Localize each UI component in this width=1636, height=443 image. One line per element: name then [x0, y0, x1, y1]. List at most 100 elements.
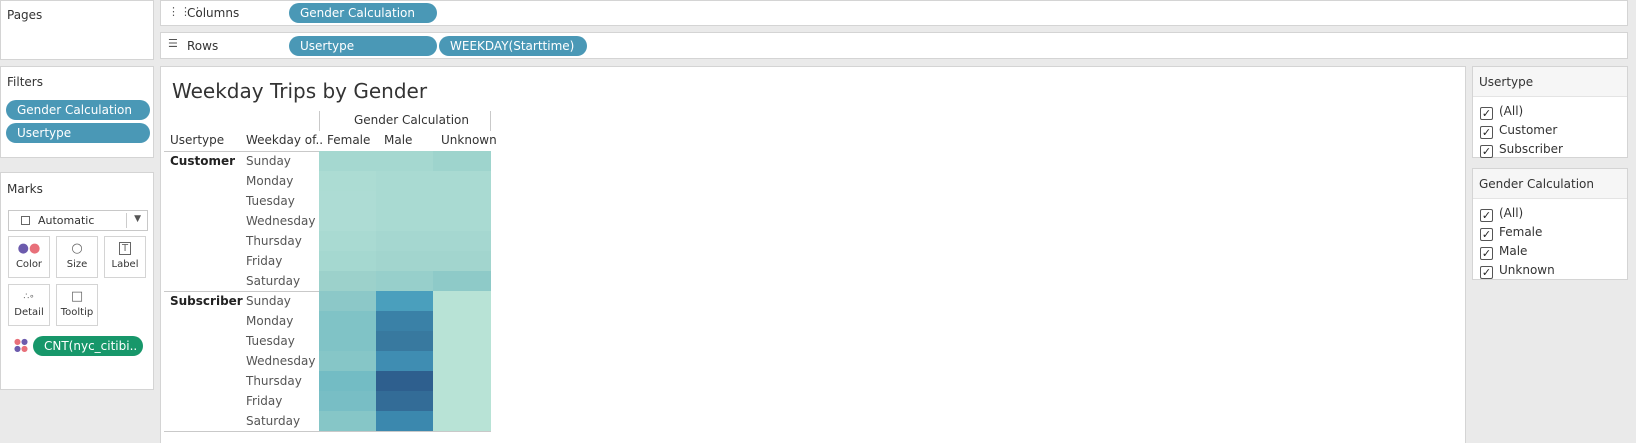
rows-shelf[interactable]: ☰ Rows Usertype WEEKDAY(Starttime)	[160, 32, 1628, 59]
heatmap-cell[interactable]	[319, 331, 377, 351]
checkbox-checked-icon[interactable]: ✓	[1480, 126, 1493, 139]
heatmap-cell[interactable]	[376, 271, 434, 291]
usertype-filter-title: Usertype	[1479, 75, 1534, 89]
grid-line	[490, 111, 491, 131]
heatmap-cell[interactable]	[433, 211, 491, 231]
columns-pill-gender-calculation[interactable]: Gender Calculation	[289, 3, 437, 23]
checkbox-checked-icon[interactable]: ✓	[1480, 247, 1493, 260]
heatmap-cell[interactable]	[376, 311, 434, 331]
heatmap-cell[interactable]	[376, 251, 434, 271]
group-label-subscriber: Subscriber	[170, 294, 243, 308]
tooltip-button[interactable]: □ Tooltip	[56, 284, 98, 326]
heatmap-cell[interactable]	[376, 211, 434, 231]
mark-type-square-icon	[21, 216, 30, 225]
heatmap-cell[interactable]	[319, 211, 377, 231]
heatmap-cell[interactable]	[319, 371, 377, 391]
rows-pill-usertype[interactable]: Usertype	[289, 36, 437, 56]
gender-filter-option-label: Unknown	[1499, 263, 1555, 277]
mark-type-dropdown[interactable]: Automatic ▼	[8, 210, 148, 231]
color-dots-icon: ●● ●●	[14, 337, 28, 353]
heatmap-cell[interactable]	[433, 151, 491, 171]
heatmap-cell[interactable]	[376, 411, 434, 431]
gender-filter-option[interactable]: ✓ (All)	[1480, 205, 1523, 222]
row-label-day: Saturday	[246, 274, 301, 288]
size-button-label: Size	[66, 259, 88, 270]
detail-button-label: Detail	[14, 307, 44, 318]
color-icon: ●●	[17, 241, 41, 256]
heatmap-cell[interactable]	[319, 231, 377, 251]
usertype-filter-option[interactable]: ✓ (All)	[1480, 103, 1524, 120]
heatmap-cell[interactable]	[319, 271, 377, 291]
marks-title: Marks	[7, 182, 43, 196]
filter-pill-gender-calculation[interactable]: Gender Calculation	[6, 100, 150, 120]
heatmap-cell[interactable]	[319, 411, 377, 431]
columns-shelf[interactable]: ⋮⋮⋮ Columns Gender Calculation	[160, 0, 1628, 26]
heatmap-cell[interactable]	[376, 291, 434, 311]
detail-button[interactable]: ∴∘ Detail	[8, 284, 50, 326]
row-label-day: Tuesday	[246, 334, 295, 348]
heatmap-cell[interactable]	[376, 351, 434, 371]
label-button[interactable]: T Label	[104, 236, 146, 278]
checkbox-checked-icon[interactable]: ✓	[1480, 209, 1493, 222]
heatmap-cell[interactable]	[319, 151, 377, 171]
row-header-weekday: Weekday of..	[246, 133, 324, 147]
heatmap-cell[interactable]	[376, 391, 434, 411]
rows-pill-weekday[interactable]: WEEKDAY(Starttime)	[439, 36, 587, 56]
checkbox-checked-icon[interactable]: ✓	[1480, 145, 1493, 158]
grid-line	[164, 431, 491, 432]
heatmap-cell[interactable]	[376, 231, 434, 251]
heatmap-cell[interactable]	[319, 251, 377, 271]
heatmap-cell[interactable]	[433, 311, 491, 331]
heatmap-cell[interactable]	[319, 391, 377, 411]
heatmap-cell[interactable]	[319, 291, 377, 311]
heatmap-cell[interactable]	[319, 351, 377, 371]
heatmap-cell[interactable]	[433, 371, 491, 391]
heatmap-cell[interactable]	[376, 331, 434, 351]
usertype-filter-option[interactable]: ✓ Customer	[1480, 122, 1557, 139]
dropdown-divider	[126, 213, 127, 228]
heatmap-cell[interactable]	[433, 171, 491, 191]
checkbox-checked-icon[interactable]: ✓	[1480, 228, 1493, 241]
row-label-day: Wednesday	[246, 214, 316, 228]
heatmap-cell[interactable]	[433, 331, 491, 351]
gender-filter-option[interactable]: ✓ Female	[1480, 224, 1542, 241]
view-canvas: Weekday Trips by Gender Gender Calculati…	[160, 66, 1466, 443]
heatmap-cell[interactable]	[433, 351, 491, 371]
heatmap-cell[interactable]	[433, 391, 491, 411]
column-header-female: Female	[327, 133, 371, 147]
heatmap-cell[interactable]	[433, 251, 491, 271]
heatmap-cell[interactable]	[433, 411, 491, 431]
color-button[interactable]: ●● Color	[8, 236, 50, 278]
group-label-customer: Customer	[170, 154, 236, 168]
rows-icon: ☰	[168, 37, 178, 50]
heatmap-cell[interactable]	[319, 171, 377, 191]
heatmap-cell[interactable]	[376, 151, 434, 171]
heatmap-cell[interactable]	[319, 191, 377, 211]
heatmap-cell[interactable]	[433, 271, 491, 291]
usertype-filter-option-label: (All)	[1499, 104, 1524, 118]
gender-filter-option[interactable]: ✓ Male	[1480, 243, 1527, 260]
heatmap-cell[interactable]	[319, 311, 377, 331]
row-label-day: Tuesday	[246, 194, 295, 208]
checkbox-checked-icon[interactable]: ✓	[1480, 266, 1493, 279]
heatmap-cell[interactable]	[376, 371, 434, 391]
size-button[interactable]: ○ Size	[56, 236, 98, 278]
rows-label: Rows	[187, 39, 219, 53]
usertype-filter-option[interactable]: ✓ Subscriber	[1480, 141, 1563, 158]
gender-filter-option[interactable]: ✓ Unknown	[1480, 262, 1555, 279]
label-icon: T	[105, 237, 145, 259]
row-label-day: Thursday	[246, 234, 302, 248]
color-pill-cnt[interactable]: CNT(nyc_citibi..	[33, 336, 143, 356]
filter-pill-usertype[interactable]: Usertype	[6, 123, 150, 143]
checkbox-checked-icon[interactable]: ✓	[1480, 107, 1493, 120]
filters-panel: Filters Gender Calculation Usertype	[0, 66, 154, 158]
filters-title: Filters	[7, 75, 43, 89]
heatmap-cell[interactable]	[376, 171, 434, 191]
grid-line	[319, 111, 320, 131]
heatmap-cell[interactable]	[433, 231, 491, 251]
usertype-filter-option-label: Subscriber	[1499, 142, 1563, 156]
row-label-day: Monday	[246, 314, 294, 328]
heatmap-cell[interactable]	[433, 291, 491, 311]
heatmap-cell[interactable]	[433, 191, 491, 211]
heatmap-cell[interactable]	[376, 191, 434, 211]
